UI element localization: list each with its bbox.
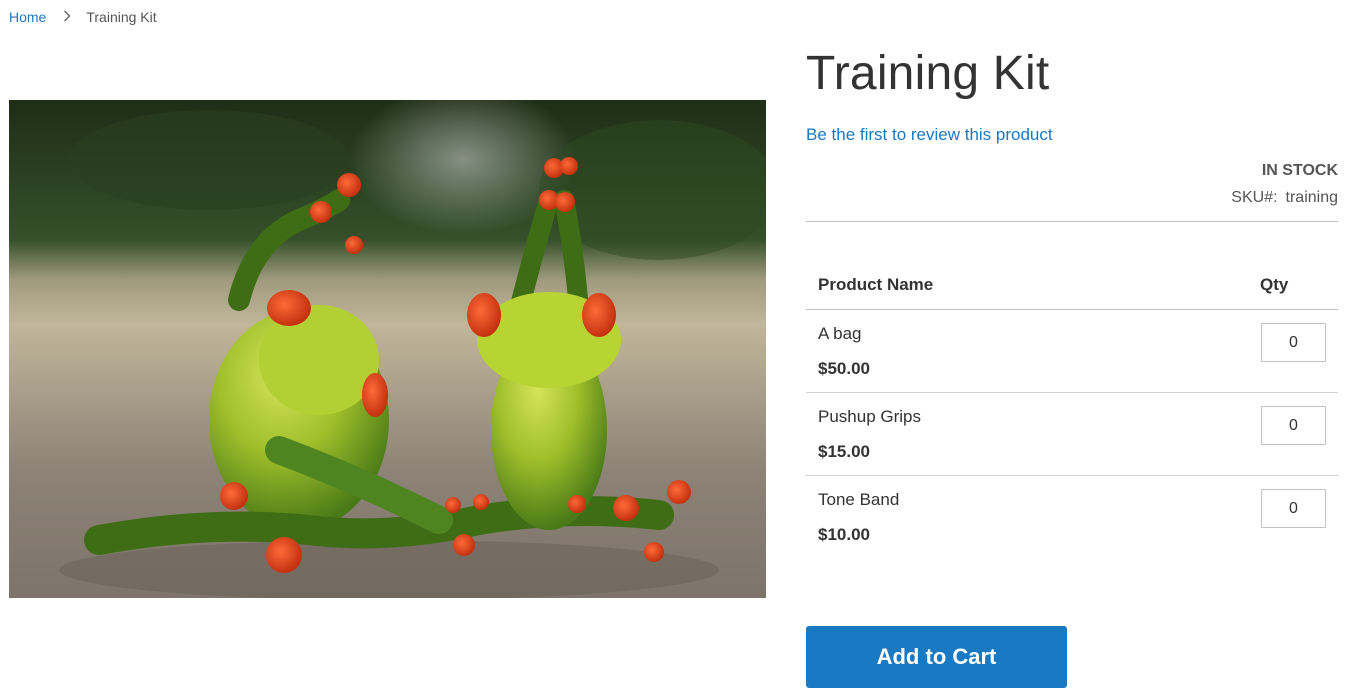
frog-yoga-photo xyxy=(9,100,766,598)
breadcrumb: Home Training Kit xyxy=(9,9,157,25)
breadcrumb-home-link[interactable]: Home xyxy=(9,9,46,25)
qty-input-a-bag[interactable] xyxy=(1261,323,1326,362)
qty-input-tone-band[interactable] xyxy=(1261,489,1326,528)
product-info: Training Kit Be the first to review this… xyxy=(806,44,1338,558)
qty-input-pushup-grips[interactable] xyxy=(1261,406,1326,445)
review-link[interactable]: Be the first to review this product xyxy=(806,125,1338,145)
stock-status: In stock xyxy=(1261,162,1338,179)
table-row: Pushup Grips $15.00 xyxy=(806,392,1338,476)
item-price: $50.00 xyxy=(818,359,870,378)
add-to-cart-button[interactable]: Add to Cart xyxy=(806,626,1067,688)
stock-block: In stock SKU#: training xyxy=(806,162,1338,207)
column-header-qty: Qty xyxy=(1260,263,1338,310)
table-row: Tone Band $10.00 xyxy=(806,476,1338,559)
item-name: Tone Band xyxy=(818,490,900,509)
item-price: $15.00 xyxy=(818,442,870,461)
item-name: A bag xyxy=(818,324,862,343)
page-title: Training Kit xyxy=(806,47,1050,100)
table-header-row: Product Name Qty xyxy=(806,263,1338,310)
item-price: $10.00 xyxy=(818,525,870,544)
sku-value: training xyxy=(1285,189,1338,206)
table-row: A bag $50.00 xyxy=(806,309,1338,393)
product-image[interactable] xyxy=(9,100,766,598)
sku-label: SKU#: xyxy=(1231,189,1278,206)
breadcrumb-current: Training Kit xyxy=(86,9,157,25)
divider xyxy=(806,221,1338,222)
chevron-right-icon xyxy=(63,10,71,25)
grouped-product-table: Product Name Qty A bag $50.00 Pushup Gri… xyxy=(806,263,1338,558)
item-name: Pushup Grips xyxy=(818,407,921,426)
column-header-product-name: Product Name xyxy=(806,263,1260,310)
sku: SKU#: training xyxy=(806,189,1338,207)
